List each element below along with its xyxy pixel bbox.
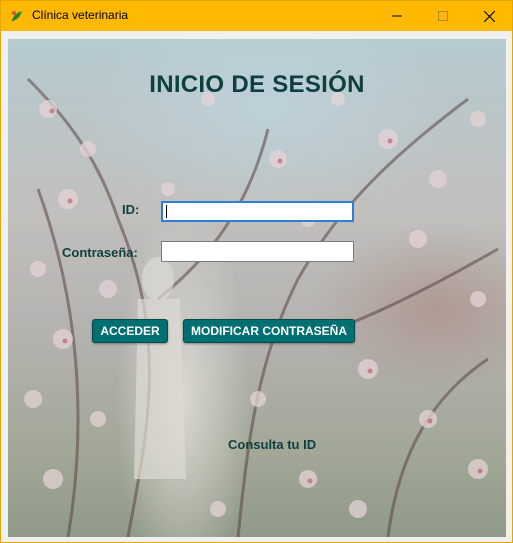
id-label: ID: <box>122 202 140 217</box>
id-input[interactable] <box>161 201 354 222</box>
acceder-button[interactable]: ACCEDER <box>92 319 168 343</box>
leaf-icon <box>11 11 22 22</box>
login-panel: INICIO DE SESIÓN ID: Contraseña: ACCEDER… <box>8 39 506 537</box>
maximize-icon <box>438 11 448 21</box>
close-button[interactable] <box>466 1 512 31</box>
maximize-button[interactable] <box>420 1 466 31</box>
app-window: Clínica veterinaria INICIO DE SESIÓN ID:… <box>0 0 513 543</box>
close-icon <box>483 10 495 22</box>
page-title: INICIO DE SESIÓN <box>149 71 365 98</box>
consult-id-link[interactable]: Consulta tu ID <box>228 437 316 452</box>
password-label: Contraseña: <box>62 245 138 260</box>
minimize-icon <box>392 15 402 17</box>
text-caret <box>166 205 167 218</box>
password-input[interactable] <box>161 241 354 262</box>
title-bar[interactable]: Clínica veterinaria <box>1 1 512 31</box>
minimize-button[interactable] <box>374 1 420 31</box>
window-title: Clínica veterinaria <box>32 8 129 22</box>
modify-password-button[interactable]: MODIFICAR CONTRASEÑA <box>183 319 355 343</box>
background-image <box>8 39 506 537</box>
